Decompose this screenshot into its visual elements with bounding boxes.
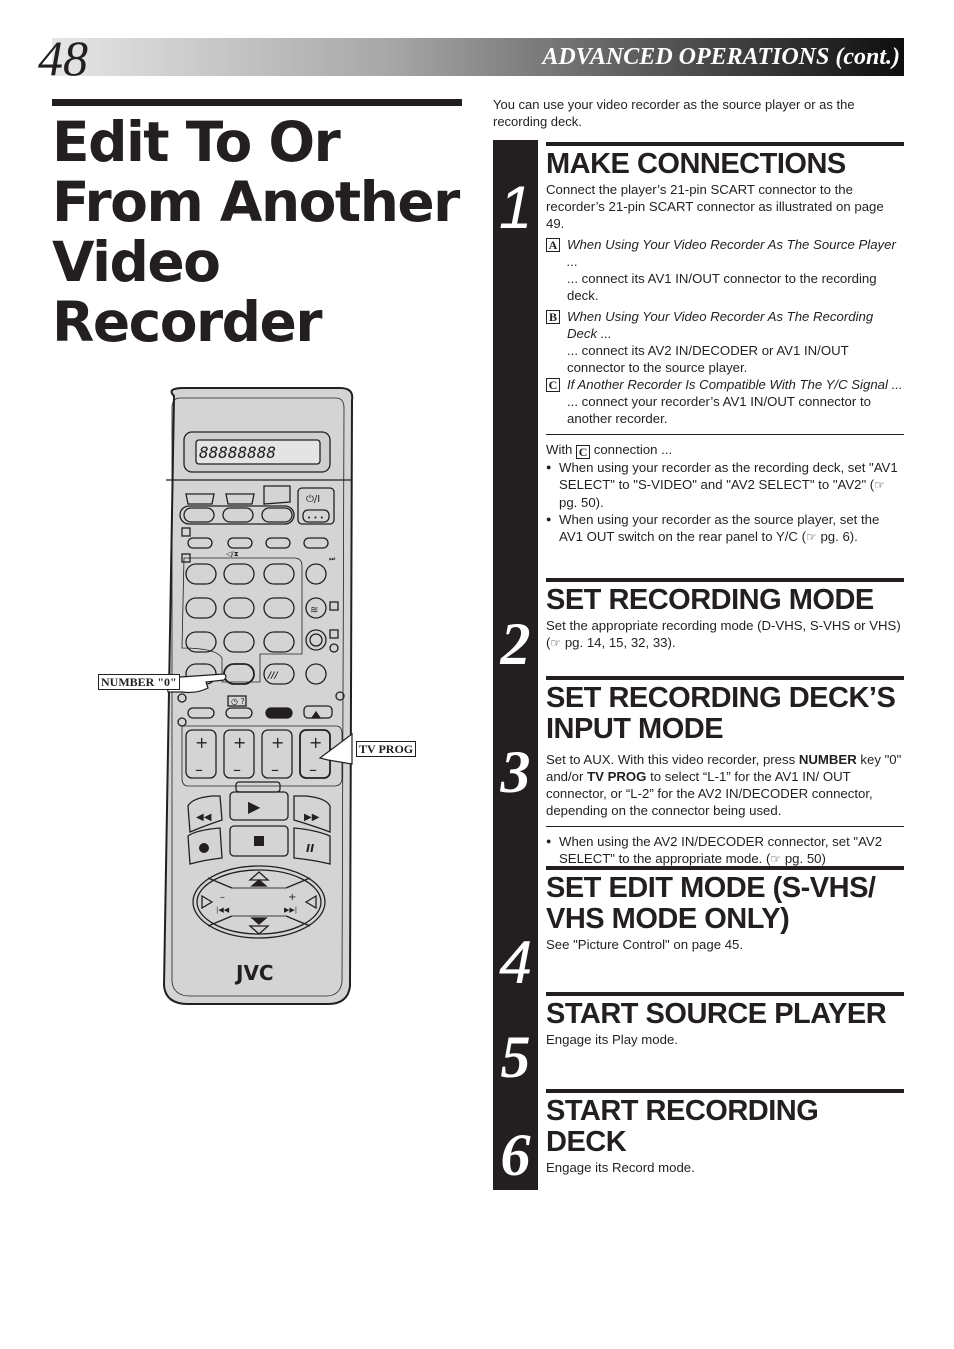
step-rule	[546, 142, 904, 146]
letter-box: C	[576, 445, 591, 459]
rewind-icon: ◀◀	[196, 812, 212, 823]
power-icon: ⏻/I	[306, 494, 320, 505]
step-heading: SET RECORDING MODE	[546, 584, 874, 616]
step-rule	[546, 1089, 904, 1093]
callout-number-zero: NUMBER "0"	[98, 674, 180, 690]
option-text: ... connect your recorder’s AV1 IN/OUT c…	[567, 394, 871, 426]
step-6: START RECORDING DECK Engage its Record m…	[546, 1089, 904, 1176]
show-view-icon: ///	[267, 671, 279, 681]
letter-box: C	[546, 378, 560, 392]
step-body: Set to AUX. With this video recorder, pr…	[546, 752, 902, 818]
display-text: 88888888	[199, 443, 276, 462]
brand-logo: JVC	[234, 961, 274, 985]
note-intro-text: connection ...	[593, 442, 673, 457]
play-icon: ▶	[248, 797, 261, 816]
title-line: Recorder	[52, 290, 322, 354]
step-body: See "Picture Control" on page 45.	[546, 937, 744, 952]
divider	[546, 826, 904, 827]
note-intro: With C connection ...	[546, 441, 904, 459]
plus-icon: +	[288, 892, 296, 903]
remote-control-illustration: 88888888 ⏻/I • • • ◁/⧗ ⏭ ≋ /// ◷ ? + – + –…	[96, 386, 426, 1016]
step-5: START SOURCE PLAYER Engage its Play mode…	[546, 992, 904, 1048]
bullet-note: When using your recorder as the source p…	[546, 511, 904, 546]
skip-back-icon: |◀◀	[216, 906, 230, 914]
minus-icon: –	[220, 892, 225, 903]
pause-icon: II	[306, 842, 314, 855]
step-rule	[546, 578, 904, 582]
title-line: From Another	[52, 170, 460, 234]
reference-hand-icon: ☞	[770, 852, 782, 866]
fast-forward-icon: ▶▶	[304, 812, 320, 823]
step-number: 3	[500, 739, 531, 805]
bullet-note: When using the AV2 IN/DECODER connector,…	[546, 833, 904, 868]
step-heading: START SOURCE PLAYER	[546, 998, 887, 1030]
step-number: 1	[498, 174, 533, 241]
step-body: Engage its Play mode.	[546, 1032, 678, 1047]
page-number: 48	[38, 30, 88, 86]
letter-box: B	[546, 310, 560, 324]
step-3: SET RECORDING DECK’S INPUT MODE Set to A…	[546, 676, 904, 868]
plus-icon: +	[195, 733, 208, 752]
minus-icon: –	[195, 760, 203, 779]
timer-help-icon: ◷ ?	[231, 697, 245, 706]
plus-icon: +	[271, 733, 284, 752]
step-4: SET EDIT MODE (S-VHS/ VHS MODE ONLY) See…	[546, 866, 904, 953]
reference-hand-icon: ☞	[874, 478, 885, 492]
step-body: Connect the player’s 21-pin SCART connec…	[546, 182, 884, 231]
plus-icon: +	[233, 733, 246, 752]
step-heading: START RECORDING DECK	[546, 1095, 819, 1158]
title-line: Edit To Or	[52, 110, 341, 174]
minus-icon: –	[309, 760, 317, 779]
step-heading: SET RECORDING DECK’S INPUT MODE	[546, 682, 896, 745]
reference-hand-icon: ☞	[550, 636, 562, 650]
reference-hand-icon: ☞	[806, 530, 817, 544]
dots-icon: • • •	[307, 514, 324, 522]
stop-icon	[254, 836, 264, 846]
minus-icon: –	[271, 760, 279, 779]
divider	[546, 434, 904, 435]
record-icon	[199, 843, 209, 853]
remote-control-drawing: 88888888 ⏻/I • • • ◁/⧗ ⏭ ≋ /// ◷ ? + – + –…	[162, 387, 354, 1005]
step-body: Set the appropriate recording mode (D-VH…	[546, 618, 901, 650]
step-number: 6	[500, 1122, 531, 1188]
connection-option-b: B When Using Your Video Recorder As The …	[546, 308, 904, 376]
intro-text: You can use your video recorder as the s…	[493, 97, 855, 129]
step-2: SET RECORDING MODE Set the appropriate r…	[546, 578, 904, 652]
title-line: Video	[52, 230, 221, 294]
callout-tv-prog: TV PROG	[356, 741, 417, 757]
option-title: When Using Your Video Recorder As The So…	[567, 237, 896, 269]
step-1: MAKE CONNECTIONS Connect the player’s 21…	[546, 142, 904, 546]
minus-icon: –	[233, 760, 241, 779]
note-intro-text: With	[546, 442, 573, 457]
skip-forward-icon: ▶▶|	[284, 906, 297, 914]
connection-option-c: C If Another Recorder Is Compatible With…	[546, 376, 904, 427]
step-rule	[546, 676, 904, 680]
letter-box: A	[546, 238, 560, 252]
page-title: Edit To Or From Another Video Recorder	[52, 112, 472, 352]
step-rule	[546, 992, 904, 996]
step-body: Engage its Record mode.	[546, 1160, 695, 1175]
step-heading: SET EDIT MODE (S-VHS/ VHS MODE ONLY)	[546, 872, 876, 935]
option-text: ... connect its AV2 IN/DECODER or AV1 IN…	[567, 343, 849, 375]
option-title: When Using Your Video Recorder As The Re…	[567, 309, 874, 341]
step-number: 4	[498, 929, 533, 996]
skip-icon: ⏭	[329, 555, 336, 563]
option-text: ... connect its AV1 IN/OUT connector to …	[567, 271, 877, 303]
bullet-note: When using your recorder as the recordin…	[546, 459, 904, 511]
step-rule	[546, 866, 904, 870]
plus-icon: +	[309, 733, 322, 752]
step-heading: MAKE CONNECTIONS	[546, 148, 846, 180]
section-title: ADVANCED OPERATIONS (cont.)	[542, 44, 900, 70]
audio-icon: ◁/⧗	[226, 550, 239, 558]
signal-icon: ≋	[310, 605, 318, 616]
step-number: 2	[500, 611, 531, 677]
option-title: If Another Recorder Is Compatible With T…	[567, 377, 903, 392]
step-number: 5	[500, 1024, 531, 1090]
connection-option-a: A When Using Your Video Recorder As The …	[546, 236, 904, 304]
title-rule	[52, 99, 462, 106]
